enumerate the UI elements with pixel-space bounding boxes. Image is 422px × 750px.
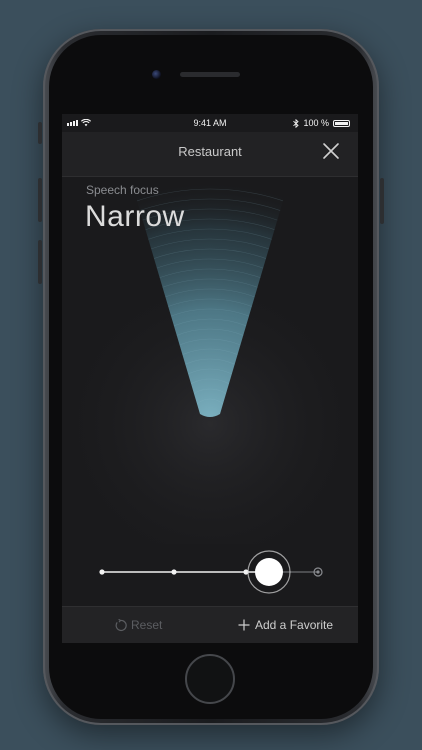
home-button[interactable]	[185, 654, 235, 704]
bottom-toolbar: Reset Add a Favorite	[62, 606, 358, 643]
slider-stop-1	[99, 569, 105, 575]
battery-percent: 100 %	[303, 118, 329, 128]
slider-thumb	[255, 558, 283, 586]
volume-down-button	[38, 240, 42, 284]
program-title: Restaurant	[178, 144, 242, 159]
battery-icon	[333, 119, 350, 127]
close-icon	[323, 143, 339, 159]
reset-button[interactable]: Reset	[114, 618, 162, 632]
close-button[interactable]	[320, 140, 342, 162]
navigation-bar: Restaurant	[62, 132, 358, 177]
power-button	[380, 178, 384, 224]
app-screen: 9:41 AM 100 % Restaurant Speech focus Na…	[62, 114, 358, 643]
speech-focus-slider[interactable]	[62, 544, 358, 604]
add-favorite-label: Add a Favorite	[255, 618, 334, 632]
bluetooth-icon	[293, 118, 300, 128]
speech-focus-label: Speech focus	[86, 183, 159, 197]
reset-icon	[115, 618, 127, 631]
front-camera	[152, 70, 161, 79]
status-bar: 9:41 AM 100 %	[62, 114, 358, 132]
volume-up-button	[38, 178, 42, 222]
reset-label: Reset	[131, 618, 163, 632]
slider-stop-2	[171, 569, 177, 575]
plus-icon	[238, 619, 250, 631]
speech-focus-beam	[62, 184, 358, 544]
mute-switch	[38, 122, 42, 144]
add-favorite-button[interactable]: Add a Favorite	[238, 618, 333, 632]
earpiece-speaker	[180, 72, 240, 77]
speech-focus-value: Narrow	[85, 200, 185, 233]
